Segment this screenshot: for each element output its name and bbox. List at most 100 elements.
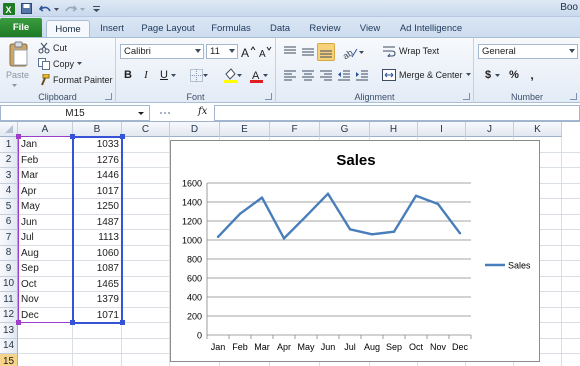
merge-center-icon <box>382 69 396 81</box>
paste-label: Paste <box>6 70 30 80</box>
format-painter-button[interactable]: Format Painter <box>38 74 113 86</box>
column-header[interactable]: F <box>270 122 320 137</box>
copy-button[interactable]: Copy <box>38 58 84 70</box>
undo-dropdown-icon[interactable] <box>54 2 60 15</box>
font-size-combo[interactable]: 11 <box>206 44 238 59</box>
row-header[interactable]: 2 <box>0 152 18 168</box>
borders-dropdown-icon[interactable] <box>202 67 210 83</box>
row-header[interactable]: 14 <box>0 338 18 354</box>
range-resize-handle[interactable] <box>16 134 21 139</box>
align-top-icon[interactable] <box>282 44 298 60</box>
row-header[interactable]: 9 <box>0 261 18 277</box>
x-tick-label: Jan <box>211 342 226 352</box>
bold-icon[interactable]: B <box>120 67 136 83</box>
tab-view[interactable]: View <box>352 20 388 37</box>
row-header[interactable]: 4 <box>0 183 18 199</box>
tab-review[interactable]: Review <box>302 20 348 37</box>
font-color-dropdown-icon[interactable] <box>262 67 270 83</box>
tab-file[interactable]: File <box>0 18 42 37</box>
range-resize-handle[interactable] <box>70 320 75 325</box>
paste-icon[interactable] <box>6 40 32 70</box>
formula-bar-resize-handle[interactable] <box>158 108 172 118</box>
decrease-indent-icon[interactable] <box>336 67 352 83</box>
row-header[interactable]: 15 <box>0 354 18 366</box>
range-resize-handle[interactable] <box>16 320 21 325</box>
insert-function-icon[interactable]: fx <box>198 106 207 117</box>
font-size-dropdown-icon[interactable] <box>229 49 235 53</box>
undo-icon[interactable] <box>38 2 52 15</box>
range-resize-handle[interactable] <box>70 134 75 139</box>
comma-style-icon[interactable]: , <box>524 67 540 83</box>
row-header[interactable]: 10 <box>0 276 18 292</box>
column-header[interactable]: J <box>466 122 514 137</box>
sales-chart[interactable]: Sales 0 200 400 600 800 1000 1200 1400 1600 Jan Feb… <box>170 140 540 362</box>
alignment-launcher-icon[interactable] <box>463 93 470 100</box>
orientation-icon[interactable]: ab <box>342 44 358 60</box>
row-header[interactable]: 3 <box>0 168 18 184</box>
merge-center-dropdown-icon[interactable] <box>465 72 473 78</box>
currency-dropdown-icon[interactable] <box>494 67 502 83</box>
row-header[interactable]: 13 <box>0 323 18 339</box>
merge-center-button[interactable]: Merge & Center <box>382 69 473 81</box>
column-header[interactable]: A <box>18 122 73 137</box>
tab-formulas[interactable]: Formulas <box>204 20 258 37</box>
row-header[interactable]: 8 <box>0 245 18 261</box>
align-bottom-icon[interactable] <box>317 43 335 61</box>
number-format-combo[interactable]: General <box>478 44 578 59</box>
column-header[interactable]: C <box>122 122 170 137</box>
grow-font-icon[interactable]: A <box>240 44 256 60</box>
font-launcher-icon[interactable] <box>265 93 272 100</box>
font-name-dropdown-icon[interactable] <box>195 49 201 53</box>
align-left-icon[interactable] <box>282 67 298 83</box>
shrink-font-icon[interactable]: A <box>257 44 273 60</box>
underline-dropdown-icon[interactable] <box>170 67 178 83</box>
tab-home[interactable]: Home <box>46 20 90 37</box>
column-header[interactable]: G <box>320 122 370 137</box>
column-header[interactable]: H <box>370 122 418 137</box>
customize-toolbar-icon[interactable] <box>92 2 100 15</box>
percent-icon[interactable]: % <box>506 67 522 83</box>
align-center-icon[interactable] <box>300 67 316 83</box>
increase-indent-icon[interactable] <box>354 67 370 83</box>
row-header[interactable]: 5 <box>0 199 18 215</box>
column-header[interactable]: K <box>514 122 562 137</box>
formula-input[interactable] <box>214 105 580 121</box>
name-box[interactable]: M15 <box>0 105 150 121</box>
cut-button[interactable]: Cut <box>38 42 67 54</box>
redo-icon[interactable] <box>64 2 78 15</box>
save-icon[interactable] <box>20 2 32 15</box>
redo-dropdown-icon[interactable] <box>80 2 86 15</box>
wrap-text-button[interactable]: Wrap Text <box>382 45 439 57</box>
number-launcher-icon[interactable] <box>570 93 577 100</box>
row-header[interactable]: 6 <box>0 214 18 230</box>
number-format-dropdown-icon[interactable] <box>569 49 575 53</box>
clipboard-launcher-icon[interactable] <box>105 93 112 100</box>
excel-app-icon[interactable]: X <box>2 2 16 15</box>
fill-color-dropdown-icon[interactable] <box>236 67 244 83</box>
italic-icon[interactable]: I <box>138 67 154 83</box>
column-header[interactable]: D <box>170 122 220 137</box>
font-name-combo[interactable]: Calibri <box>120 44 204 59</box>
y-tick-label: 1400 <box>182 198 202 208</box>
column-header[interactable]: E <box>220 122 270 137</box>
paste-button[interactable]: Paste <box>6 70 29 80</box>
merge-center-label: Merge & Center <box>399 70 463 80</box>
range-resize-handle[interactable] <box>120 320 125 325</box>
orientation-dropdown-icon[interactable] <box>358 44 366 60</box>
row-header[interactable]: 11 <box>0 292 18 308</box>
column-header[interactable]: B <box>73 122 122 137</box>
range-resize-handle[interactable] <box>120 134 125 139</box>
number-format-value: General <box>482 46 516 57</box>
column-header[interactable]: I <box>418 122 466 137</box>
row-header[interactable]: 7 <box>0 230 18 246</box>
tab-ad-intelligence[interactable]: Ad Intelligence <box>392 20 470 37</box>
copy-dropdown-icon[interactable] <box>76 61 84 67</box>
name-box-dropdown-icon[interactable] <box>138 111 146 117</box>
tab-insert[interactable]: Insert <box>92 20 132 37</box>
tab-page-layout[interactable]: Page Layout <box>136 20 200 37</box>
align-middle-icon[interactable] <box>300 44 316 60</box>
tab-data[interactable]: Data <box>262 20 298 37</box>
align-right-icon[interactable] <box>318 67 334 83</box>
row-header[interactable]: 1 <box>0 137 18 153</box>
paste-dropdown-icon[interactable] <box>12 83 18 88</box>
